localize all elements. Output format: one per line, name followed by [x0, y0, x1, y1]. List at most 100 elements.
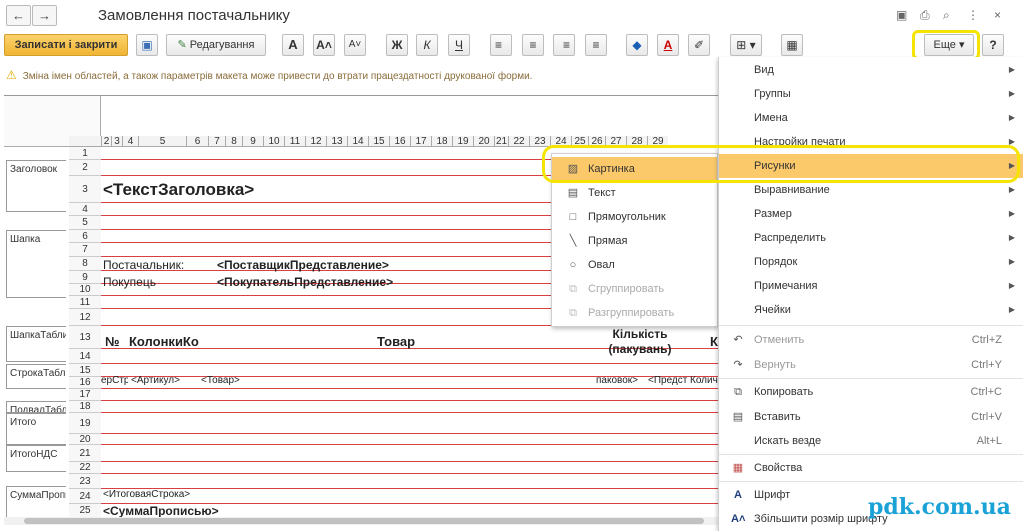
row-number[interactable]: 2 [69, 160, 101, 176]
column-header-cell[interactable]: 16 [389, 136, 410, 147]
row-number[interactable]: 16 [69, 377, 101, 389]
menu-item-size[interactable]: Размер ▶ [719, 202, 1023, 226]
bold-button[interactable]: Ж [386, 34, 408, 56]
row-number[interactable]: 9 [69, 271, 101, 284]
group-area-label[interactable]: Итого [6, 413, 66, 445]
buyer-value-cell[interactable]: <ПокупательПредставление> [217, 275, 393, 289]
row-goods-cell[interactable]: <Товар> [201, 375, 240, 386]
underline-button[interactable]: Ч [448, 34, 470, 56]
grid-icon[interactable]: ▦ [781, 34, 803, 56]
group-area-label[interactable]: СтрокаТаблиц [6, 364, 66, 389]
row-number[interactable]: 13 [69, 326, 101, 349]
col-k-cell[interactable]: К [710, 334, 718, 349]
col-goods-cell[interactable]: Товар [377, 334, 415, 349]
row-num-cell[interactable]: ерСтр [101, 375, 128, 386]
font-large-icon[interactable]: A [282, 34, 304, 56]
column-header-cell[interactable]: 6 [186, 136, 208, 147]
row-number[interactable]: 10 [69, 284, 101, 296]
menu-item-copy[interactable]: ⧉ Копировать Ctrl+C [719, 380, 1023, 404]
column-header-cell[interactable]: 12 [305, 136, 326, 147]
forward-button[interactable]: → [32, 5, 57, 26]
horizontal-scrollbar[interactable] [4, 517, 718, 525]
row-number[interactable]: 18 [69, 401, 101, 413]
header-title-cell[interactable]: <ТекстЗаголовка> [103, 180, 254, 200]
font-decrease-icon[interactable]: A˅ [344, 34, 366, 56]
more-dots-icon[interactable]: ⋮ [967, 8, 979, 22]
column-header-cell[interactable]: 15 [368, 136, 389, 147]
column-header-cell[interactable]: 10 [263, 136, 284, 147]
total-line-cell[interactable]: <ИтоговаяСтрока> [103, 489, 190, 500]
save-close-button[interactable]: Записати і закрити [4, 34, 128, 56]
menu-item-undo[interactable]: ↶ Отменить Ctrl+Z [719, 328, 1023, 352]
group-area-label[interactable]: ПодвалТаблиц [6, 401, 66, 413]
row-number[interactable]: 5 [69, 216, 101, 230]
column-header-cell[interactable]: 20 [473, 136, 494, 147]
save-doc-icon[interactable]: ▣ [896, 8, 907, 22]
submenu-item-text[interactable]: ▤ Текст [552, 181, 717, 205]
row-number[interactable]: 14 [69, 349, 101, 364]
row-number[interactable]: 23 [69, 474, 101, 489]
back-button[interactable]: ← [6, 5, 31, 26]
row-number[interactable]: 7 [69, 243, 101, 257]
column-header-cell[interactable]: 3 [111, 136, 122, 147]
col-no-cell[interactable]: № [105, 334, 120, 349]
row-repr-cell[interactable]: <Предст [648, 375, 688, 386]
submenu-item-ungroup[interactable]: ⧉ Разгруппировать [552, 301, 717, 325]
menu-item-paste[interactable]: ▤ Вставить Ctrl+V [719, 405, 1023, 429]
pen-icon[interactable]: ✐ [688, 34, 710, 56]
save-icon[interactable]: ▣ [136, 34, 158, 56]
submenu-item-oval[interactable]: ○ Овал [552, 253, 717, 277]
submenu-item-group[interactable]: ⧉ Сгруппировать [552, 277, 717, 301]
align-left-icon[interactable]: ≡ [490, 34, 512, 56]
row-number[interactable]: 12 [69, 309, 101, 326]
menu-item-order[interactable]: Порядок ▶ [719, 250, 1023, 274]
column-header-cell[interactable]: 19 [452, 136, 473, 147]
align-right-icon[interactable]: ≡ [553, 34, 575, 56]
column-header-cell[interactable]: 18 [431, 136, 452, 147]
borders-dropdown[interactable]: ⊞ ▾ [730, 34, 762, 56]
column-header-cell[interactable]: 23 [529, 136, 550, 147]
column-header-cell[interactable]: 11 [284, 136, 305, 147]
column-header-cell[interactable]: 13 [326, 136, 347, 147]
menu-item-view[interactable]: Вид ▶ [719, 58, 1023, 82]
help-button[interactable]: ? [982, 34, 1004, 56]
align-center-icon[interactable]: ≡ [522, 34, 544, 56]
row-qty-cell[interactable]: Количе [690, 375, 718, 386]
column-header-cell[interactable]: 7 [208, 136, 225, 147]
font-increase-icon[interactable]: A˄ [313, 34, 335, 56]
menu-item-properties[interactable]: ▦ Свойства [719, 456, 1023, 480]
row-number[interactable]: 20 [69, 434, 101, 445]
menu-item-cells[interactable]: Ячейки ▶ [719, 298, 1023, 322]
column-header-cell[interactable]: 2 [101, 136, 111, 147]
justify-icon[interactable]: ≡ [585, 34, 607, 56]
menu-item-redo[interactable]: ↷ Вернуть Ctrl+Y [719, 353, 1023, 377]
print-icon[interactable]: ⎙ [920, 8, 930, 23]
column-header-cell[interactable]: 5 [138, 136, 186, 147]
col-columns-cell[interactable]: КолонкиКо [129, 334, 199, 349]
group-area-label[interactable]: Заголовок [6, 160, 66, 212]
row-number[interactable]: 25 [69, 504, 101, 518]
col-qty-cell[interactable]: Кількість (пакувань) [598, 327, 682, 357]
row-number[interactable]: 1 [69, 147, 101, 160]
row-article-cell[interactable]: <Артикул> [131, 375, 180, 386]
column-header-cell[interactable]: 8 [225, 136, 242, 147]
supplier-label-cell[interactable]: Постачальник: [103, 258, 184, 272]
edit-button[interactable]: ✎ Редагування [166, 34, 266, 56]
menu-item-distribute[interactable]: Распределить ▶ [719, 226, 1023, 250]
row-number[interactable]: 3 [69, 176, 101, 203]
menu-item-names[interactable]: Имена ▶ [719, 106, 1023, 130]
row-number[interactable]: 21 [69, 445, 101, 462]
close-icon[interactable]: × [994, 8, 1001, 22]
menu-item-groups[interactable]: Группы ▶ [719, 82, 1023, 106]
fill-color-icon[interactable]: ◆ [626, 34, 648, 56]
group-area-label[interactable]: Шапка [6, 230, 66, 298]
group-area-label[interactable]: СуммаПропис [6, 486, 66, 520]
column-header-cell[interactable]: 14 [347, 136, 368, 147]
italic-button[interactable]: К [416, 34, 438, 56]
scrollbar-thumb[interactable] [24, 518, 704, 524]
row-number[interactable]: 8 [69, 257, 101, 271]
preview-icon[interactable]: ⌕ [943, 8, 950, 23]
buyer-label-cell[interactable]: Покупець [103, 275, 156, 289]
menu-item-find-everywhere[interactable]: Искать везде Alt+L [719, 429, 1023, 453]
row-number[interactable]: 19 [69, 413, 101, 434]
